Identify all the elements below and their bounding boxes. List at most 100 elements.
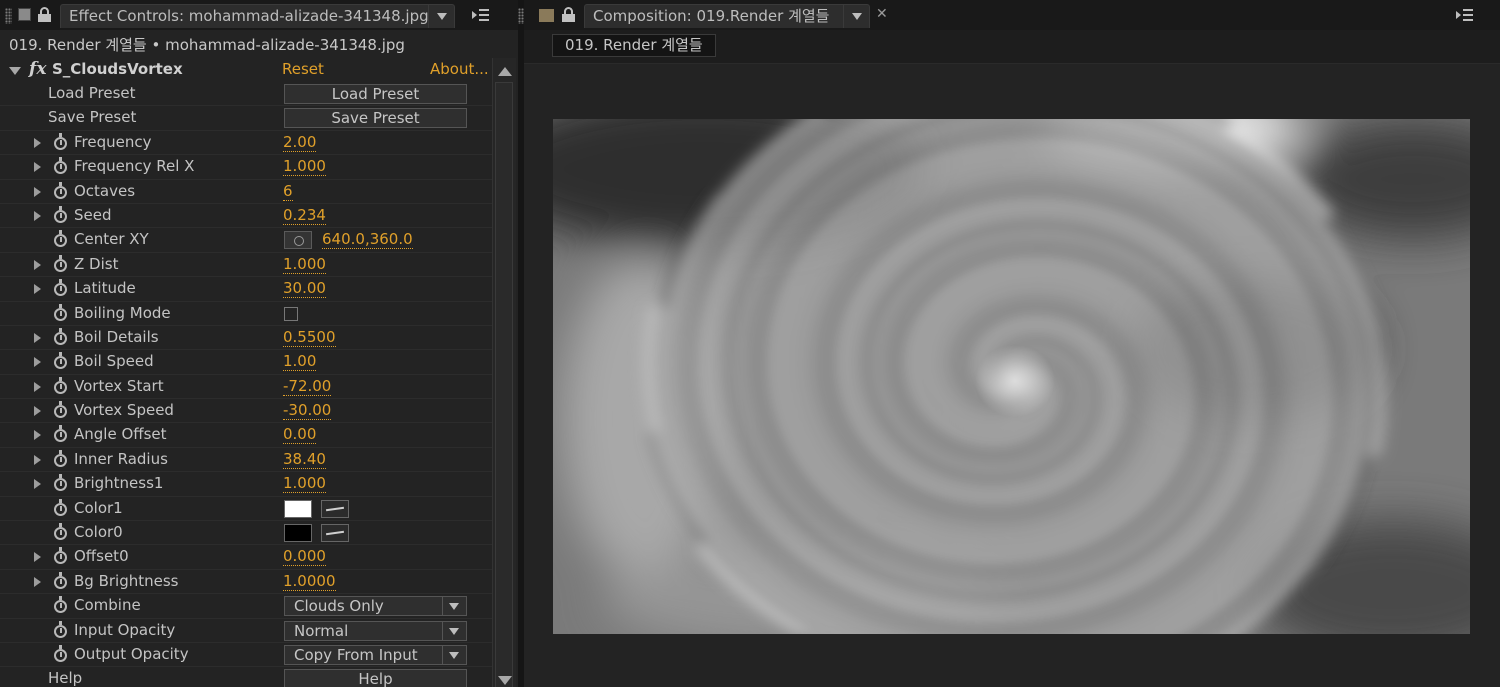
- stopwatch-icon[interactable]: [54, 474, 67, 492]
- param-value[interactable]: 1.0000: [283, 572, 336, 591]
- row-color1: Color1: [0, 497, 492, 522]
- twirl-right-icon[interactable]: [34, 186, 41, 197]
- param-label: Color0: [74, 523, 123, 542]
- input-opacity-dropdown[interactable]: Normal: [284, 620, 467, 641]
- stopwatch-icon[interactable]: [54, 352, 67, 370]
- tab-effect-controls-label: Effect Controls: mohammad-alizade-341348…: [69, 7, 429, 25]
- param-label: Boil Speed: [74, 352, 154, 371]
- scroll-up-icon[interactable]: [498, 67, 512, 76]
- save-preset-button[interactable]: Save Preset: [284, 108, 467, 129]
- scrollbar-thumb[interactable]: [495, 82, 513, 687]
- param-value[interactable]: 2.00: [283, 133, 317, 152]
- tab-dropdown-button[interactable]: [843, 5, 869, 28]
- composition-viewer[interactable]: [553, 119, 1470, 634]
- crosshair-icon[interactable]: [284, 231, 312, 250]
- stopwatch-icon[interactable]: [54, 449, 67, 467]
- stopwatch-icon[interactable]: [54, 327, 67, 345]
- stopwatch-icon[interactable]: [54, 401, 67, 419]
- combine-dropdown[interactable]: Clouds Only: [284, 596, 467, 617]
- stopwatch-icon[interactable]: [54, 205, 67, 223]
- param-value[interactable]: 1.00: [283, 352, 317, 372]
- param-value[interactable]: -30.00: [283, 401, 332, 421]
- row-offset0: Offset0 0.000: [0, 545, 492, 570]
- twirl-right-icon[interactable]: [34, 259, 41, 270]
- param-value[interactable]: -72.00: [283, 377, 332, 396]
- twirl-right-icon[interactable]: [34, 137, 41, 148]
- param-value[interactable]: 0.00: [283, 425, 317, 445]
- help-label: Help: [48, 669, 83, 687]
- stopwatch-icon[interactable]: [54, 644, 67, 662]
- lock-icon[interactable]: [562, 7, 575, 22]
- stopwatch-icon[interactable]: [54, 157, 67, 175]
- param-label: Z Dist: [74, 254, 119, 273]
- stopwatch-icon[interactable]: [54, 547, 67, 565]
- chevron-down-icon: [437, 13, 447, 20]
- twirl-right-icon[interactable]: [34, 381, 41, 392]
- panel-menu-icon[interactable]: [472, 9, 490, 21]
- twirl-right-icon[interactable]: [34, 357, 41, 368]
- param-label: Boil Details: [74, 327, 159, 346]
- tab-composition[interactable]: Composition: 019.Render 계열들: [584, 4, 870, 28]
- eyedropper-icon[interactable]: [321, 499, 349, 518]
- help-button[interactable]: Help: [284, 669, 467, 687]
- tab-dropdown-button[interactable]: [428, 5, 454, 28]
- stopwatch-icon[interactable]: [54, 596, 67, 614]
- stopwatch-icon[interactable]: [54, 132, 67, 150]
- twirl-right-icon[interactable]: [34, 162, 41, 173]
- effect-controls-scrollbar[interactable]: [492, 58, 516, 687]
- reset-link[interactable]: Reset: [282, 60, 324, 78]
- fx-icon[interactable]: fx: [29, 59, 46, 79]
- panel-menu-icon[interactable]: [1456, 9, 1474, 21]
- scroll-down-icon[interactable]: [498, 676, 512, 685]
- twirl-down-icon[interactable]: [9, 67, 21, 75]
- about-link[interactable]: About...: [430, 60, 489, 78]
- stopwatch-icon[interactable]: [54, 279, 67, 297]
- param-value[interactable]: 30.00: [283, 279, 326, 299]
- row-save-preset: Save Preset Save Preset: [0, 106, 492, 131]
- param-value[interactable]: 640.0,360.0: [322, 230, 413, 250]
- row-color0: Color0: [0, 521, 492, 546]
- twirl-right-icon[interactable]: [34, 332, 41, 343]
- twirl-right-icon[interactable]: [34, 406, 41, 417]
- color1-swatch[interactable]: [284, 499, 312, 518]
- stopwatch-icon[interactable]: [54, 425, 67, 443]
- stopwatch-icon[interactable]: [54, 303, 67, 321]
- param-value[interactable]: 1.000: [283, 474, 326, 494]
- stopwatch-icon[interactable]: [54, 571, 67, 589]
- param-value[interactable]: 1.000: [283, 255, 326, 274]
- tab-effect-controls[interactable]: Effect Controls: mohammad-alizade-341348…: [60, 4, 455, 28]
- twirl-right-icon[interactable]: [34, 479, 41, 490]
- stopwatch-icon[interactable]: [54, 230, 67, 248]
- param-value[interactable]: 6: [283, 182, 293, 201]
- panel-grip-icon[interactable]: [5, 8, 12, 24]
- twirl-right-icon[interactable]: [34, 430, 41, 441]
- lock-icon[interactable]: [38, 7, 51, 22]
- row-combine: Combine Clouds Only: [0, 594, 492, 619]
- param-value[interactable]: 0.234: [283, 206, 326, 225]
- twirl-right-icon[interactable]: [34, 210, 41, 221]
- composition-chip[interactable]: 019. Render 계열들: [552, 34, 716, 57]
- param-value[interactable]: 1.000: [283, 157, 326, 177]
- stopwatch-icon[interactable]: [54, 376, 67, 394]
- stopwatch-icon[interactable]: [54, 523, 67, 541]
- stopwatch-icon[interactable]: [54, 181, 67, 199]
- composition-tabbar: Composition: 019.Render 계열들 ✕: [524, 0, 1500, 30]
- eyedropper-icon[interactable]: [321, 524, 349, 543]
- param-value[interactable]: 38.40: [283, 450, 326, 469]
- param-value[interactable]: 0.5500: [283, 328, 336, 347]
- twirl-right-icon[interactable]: [34, 454, 41, 465]
- stopwatch-icon[interactable]: [54, 620, 67, 638]
- output-opacity-dropdown[interactable]: Copy From Input: [284, 644, 467, 665]
- twirl-right-icon[interactable]: [34, 576, 41, 587]
- row-vortex-start: Vortex Start -72.00: [0, 375, 492, 400]
- close-icon[interactable]: ✕: [876, 6, 888, 22]
- effect-name: S_CloudsVortex: [52, 60, 183, 78]
- twirl-right-icon[interactable]: [34, 552, 41, 563]
- load-preset-button[interactable]: Load Preset: [284, 84, 467, 104]
- color0-swatch[interactable]: [284, 524, 312, 543]
- param-value[interactable]: 0.000: [283, 547, 326, 567]
- twirl-right-icon[interactable]: [34, 284, 41, 295]
- boiling-mode-checkbox[interactable]: [284, 306, 298, 321]
- stopwatch-icon[interactable]: [54, 498, 67, 516]
- stopwatch-icon[interactable]: [54, 254, 67, 272]
